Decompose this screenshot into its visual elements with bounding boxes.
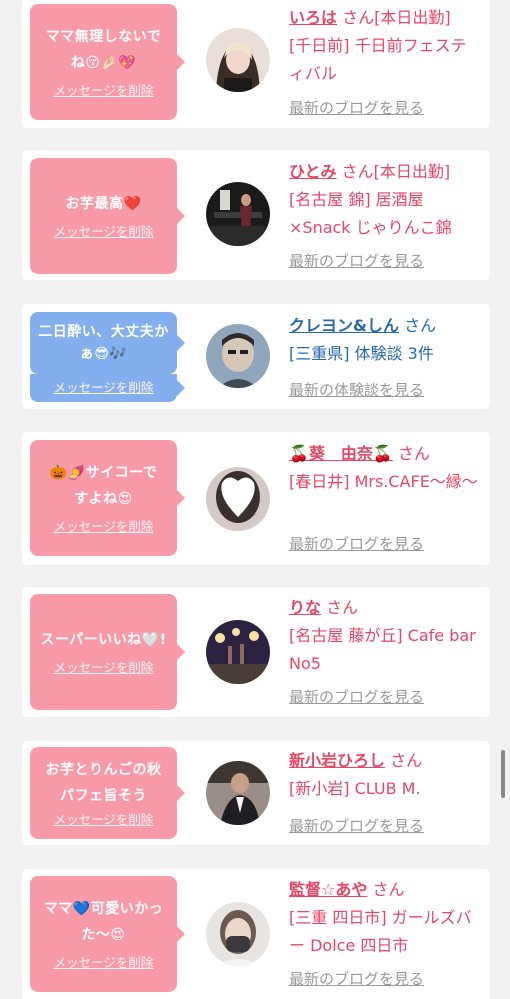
avatar[interactable] [206, 324, 270, 388]
avatar[interactable] [206, 761, 270, 825]
delete-message-link[interactable]: メッセージを削除 [54, 811, 154, 829]
latest-blog-link[interactable]: 最新のブログを見る [289, 251, 424, 271]
latest-blog-link[interactable]: 最新のブログを見る [289, 816, 424, 836]
honorific: さん [404, 316, 437, 335]
delete-message-link[interactable]: メッセージを削除 [54, 518, 154, 536]
list-item: ママ無理しないでね😚🤌🏻💖 メッセージを削除 いろは さん[本日出勤] [千日前… [22, 0, 490, 128]
honorific: さん [390, 751, 423, 770]
avatar[interactable] [206, 620, 270, 684]
list-item: お芋最高❤️ メッセージを削除 ひとみ さん[本日出勤] [名古屋 錦] 居酒屋… [22, 150, 490, 280]
avatar[interactable] [206, 467, 270, 531]
shop-label: [千日前] 千日前フェスティバル [289, 36, 467, 83]
profile-name-link[interactable]: クレヨン&しん [289, 316, 399, 335]
message-bubble-footer: メッセージを削除 [30, 374, 185, 402]
avatar[interactable] [206, 28, 270, 92]
list-item: スーパーいいね🤍! メッセージを削除 りな さん [名古屋 藤が丘] Cafe … [22, 587, 490, 717]
profile-info: 新小岩ひろし さん [新小岩] CLUB M. [289, 747, 481, 803]
message-text: ママ無理しないでね😚🤌🏻💖 [45, 29, 162, 71]
avatar[interactable] [206, 902, 270, 966]
profile-info: ひとみ さん[本日出勤] [名古屋 錦] 居酒屋×Snack じゃりんこ錦 [289, 158, 481, 242]
profile-info: 🍒葵 由奈🍒 さん [春日井] Mrs.CAFE〜縁〜 [289, 440, 481, 496]
latest-blog-link[interactable]: 最新のブログを見る [289, 534, 424, 554]
list-item: お芋とりんごの秋パフェ旨そう メッセージを削除 新小岩ひろし さん [新小岩] … [22, 741, 490, 845]
list-item: 二日酔い、大丈夫かぁ😎🎶 メッセージを削除 クレヨン&しん さん [三重県] 体… [22, 304, 490, 409]
profile-name-link[interactable]: いろは [289, 8, 337, 27]
shop-label: [名古屋 藤が丘] Cafe bar No5 [289, 626, 476, 673]
message-text: お芋最高❤️ [65, 196, 142, 212]
delete-message-link[interactable]: メッセージを削除 [54, 223, 154, 241]
message-bubble: スーパーいいね🤍! メッセージを削除 [30, 594, 185, 710]
profile-name-link[interactable]: 監督☆あや [289, 880, 367, 899]
delete-message-link[interactable]: メッセージを削除 [54, 659, 154, 677]
latest-blog-link[interactable]: 最新のブログを見る [289, 98, 424, 118]
message-text: お芋とりんごの秋パフェ旨そう [45, 762, 162, 804]
latest-blog-link[interactable]: 最新のブログを見る [289, 687, 424, 707]
shop-label: [三重県] 体験談 3件 [289, 344, 434, 363]
message-text: 二日酔い、大丈夫かぁ😎🎶 [38, 324, 169, 362]
message-text: スーパーいいね🤍! [40, 632, 167, 648]
latest-experience-link[interactable]: 最新の体験談を見る [289, 380, 424, 400]
message-bubble: お芋とりんごの秋パフェ旨そう メッセージを削除 [30, 747, 185, 839]
shop-label: [新小岩] CLUB M. [289, 779, 421, 798]
message-list: ママ無理しないでね😚🤌🏻💖 メッセージを削除 いろは さん[本日出勤] [千日前… [0, 0, 510, 999]
profile-name-link[interactable]: りな [289, 598, 321, 617]
honorific: さん [397, 444, 430, 463]
message-bubble: ママ💙可愛いかった〜😍 メッセージを削除 [30, 876, 185, 992]
honorific: さん [326, 598, 359, 617]
honorific: さん [341, 162, 374, 181]
profile-info: 監督☆あや さん [三重 四日市] ガールズバー Dolce 四日市 [289, 876, 481, 960]
honorific: さん [342, 8, 375, 27]
delete-message-link[interactable]: メッセージを削除 [54, 82, 154, 100]
profile-name-link[interactable]: 🍒葵 由奈🍒 [289, 444, 393, 463]
delete-message-link[interactable]: メッセージを削除 [54, 954, 154, 972]
list-item: 🎃🍠サイコーですよね😍 メッセージを削除 🍒葵 由奈🍒 さん [春日井] Mrs… [22, 432, 490, 565]
message-bubble: ママ無理しないでね😚🤌🏻💖 メッセージを削除 [30, 4, 185, 120]
shop-label: [名古屋 錦] 居酒屋×Snack じゃりんこ錦 [289, 190, 452, 237]
latest-blog-link[interactable]: 最新のブログを見る [289, 969, 424, 989]
honorific: さん [372, 880, 405, 899]
profile-info: りな さん [名古屋 藤が丘] Cafe bar No5 [289, 594, 481, 678]
avatar[interactable] [206, 182, 270, 246]
message-bubble: 二日酔い、大丈夫かぁ😎🎶 [30, 312, 185, 374]
shop-label: [三重 四日市] ガールズバー Dolce 四日市 [289, 908, 472, 955]
profile-info: クレヨン&しん さん [三重県] 体験談 3件 [289, 312, 481, 368]
message-text: ママ💙可愛いかった〜😍 [43, 901, 164, 943]
profile-info: いろは さん[本日出勤] [千日前] 千日前フェスティバル [289, 4, 481, 88]
shop-label: [春日井] Mrs.CAFE〜縁〜 [289, 472, 478, 491]
message-text: 🎃🍠サイコーですよね😍 [49, 465, 158, 507]
scrollbar[interactable] [501, 750, 505, 798]
work-status: [本日出勤] [373, 162, 451, 181]
message-bubble: 🎃🍠サイコーですよね😍 メッセージを削除 [30, 440, 185, 556]
work-status: [本日出勤] [374, 8, 451, 27]
delete-message-link[interactable]: メッセージを削除 [54, 379, 154, 397]
message-bubble: お芋最高❤️ メッセージを削除 [30, 158, 185, 274]
profile-name-link[interactable]: 新小岩ひろし [289, 751, 385, 770]
list-item: ママ💙可愛いかった〜😍 メッセージを削除 監督☆あや さん [三重 四日市] ガ… [22, 869, 490, 999]
profile-name-link[interactable]: ひとみ [289, 162, 337, 181]
